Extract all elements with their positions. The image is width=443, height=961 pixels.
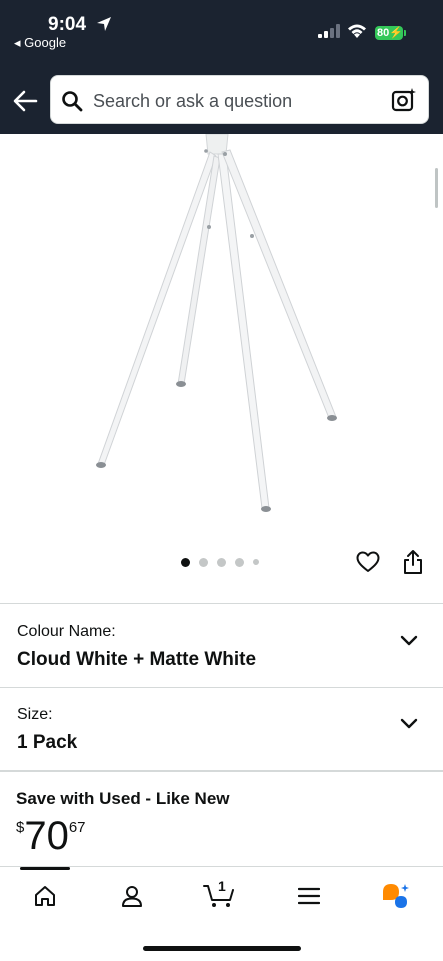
search-icon bbox=[62, 91, 83, 112]
top-header: 9:04 ◂ Google 80⚡ Search or ask a questi… bbox=[0, 0, 443, 134]
carousel-dot[interactable] bbox=[217, 557, 226, 567]
price-fraction: 67 bbox=[68, 819, 86, 836]
back-arrow-icon[interactable] bbox=[12, 88, 38, 114]
menu-icon[interactable] bbox=[298, 887, 320, 905]
product-image[interactable] bbox=[0, 134, 443, 544]
carousel-dot[interactable] bbox=[181, 557, 190, 567]
colour-label: Colour Name: bbox=[17, 623, 116, 640]
scrollbar[interactable] bbox=[435, 168, 438, 208]
carousel-dot[interactable] bbox=[253, 559, 259, 565]
account-icon[interactable] bbox=[120, 884, 144, 908]
home-icon[interactable] bbox=[33, 884, 57, 908]
camera-search-icon[interactable] bbox=[391, 87, 417, 113]
home-indicator[interactable] bbox=[143, 946, 301, 951]
status-time: 9:04 bbox=[48, 14, 87, 35]
search-bar[interactable]: Search or ask a question bbox=[50, 75, 429, 124]
size-value: 1 Pack bbox=[17, 732, 78, 753]
battery-tip bbox=[404, 30, 406, 36]
chevron-down-icon bbox=[400, 718, 418, 729]
price-currency: $ bbox=[16, 819, 25, 836]
cart-button[interactable]: 1 bbox=[203, 878, 237, 909]
heart-icon[interactable] bbox=[356, 551, 380, 573]
share-icon[interactable] bbox=[402, 549, 424, 575]
rufus-icon[interactable] bbox=[381, 882, 411, 910]
size-label: Size: bbox=[17, 706, 53, 723]
carousel-dot[interactable] bbox=[199, 557, 208, 567]
colour-value: Cloud White + Matte White bbox=[17, 649, 257, 670]
carousel-dot[interactable] bbox=[235, 557, 244, 567]
size-selector[interactable]: Size: 1 Pack bbox=[0, 688, 443, 770]
offer-title[interactable]: Save with Used - Like New bbox=[16, 789, 230, 809]
wifi-icon bbox=[348, 24, 366, 38]
active-tab-indicator bbox=[20, 867, 70, 870]
battery-level: 80 bbox=[377, 27, 390, 39]
battery-indicator: 80⚡ bbox=[375, 26, 403, 40]
back-to-app-link[interactable]: ◂ Google bbox=[14, 35, 66, 51]
image-carousel-dots[interactable] bbox=[181, 557, 259, 567]
divider bbox=[0, 770, 443, 772]
chevron-down-icon bbox=[400, 635, 418, 646]
offer-price: $7067 bbox=[16, 815, 86, 857]
divider bbox=[0, 603, 443, 604]
bottom-navigation: 1 bbox=[0, 866, 443, 961]
price-whole: 70 bbox=[24, 814, 69, 858]
colour-selector[interactable]: Colour Name: Cloud White + Matte White bbox=[0, 605, 443, 687]
cart-count: 1 bbox=[218, 878, 226, 894]
cellular-signal-icon bbox=[318, 24, 340, 38]
location-arrow-icon bbox=[97, 17, 111, 31]
search-placeholder: Search or ask a question bbox=[93, 91, 293, 111]
